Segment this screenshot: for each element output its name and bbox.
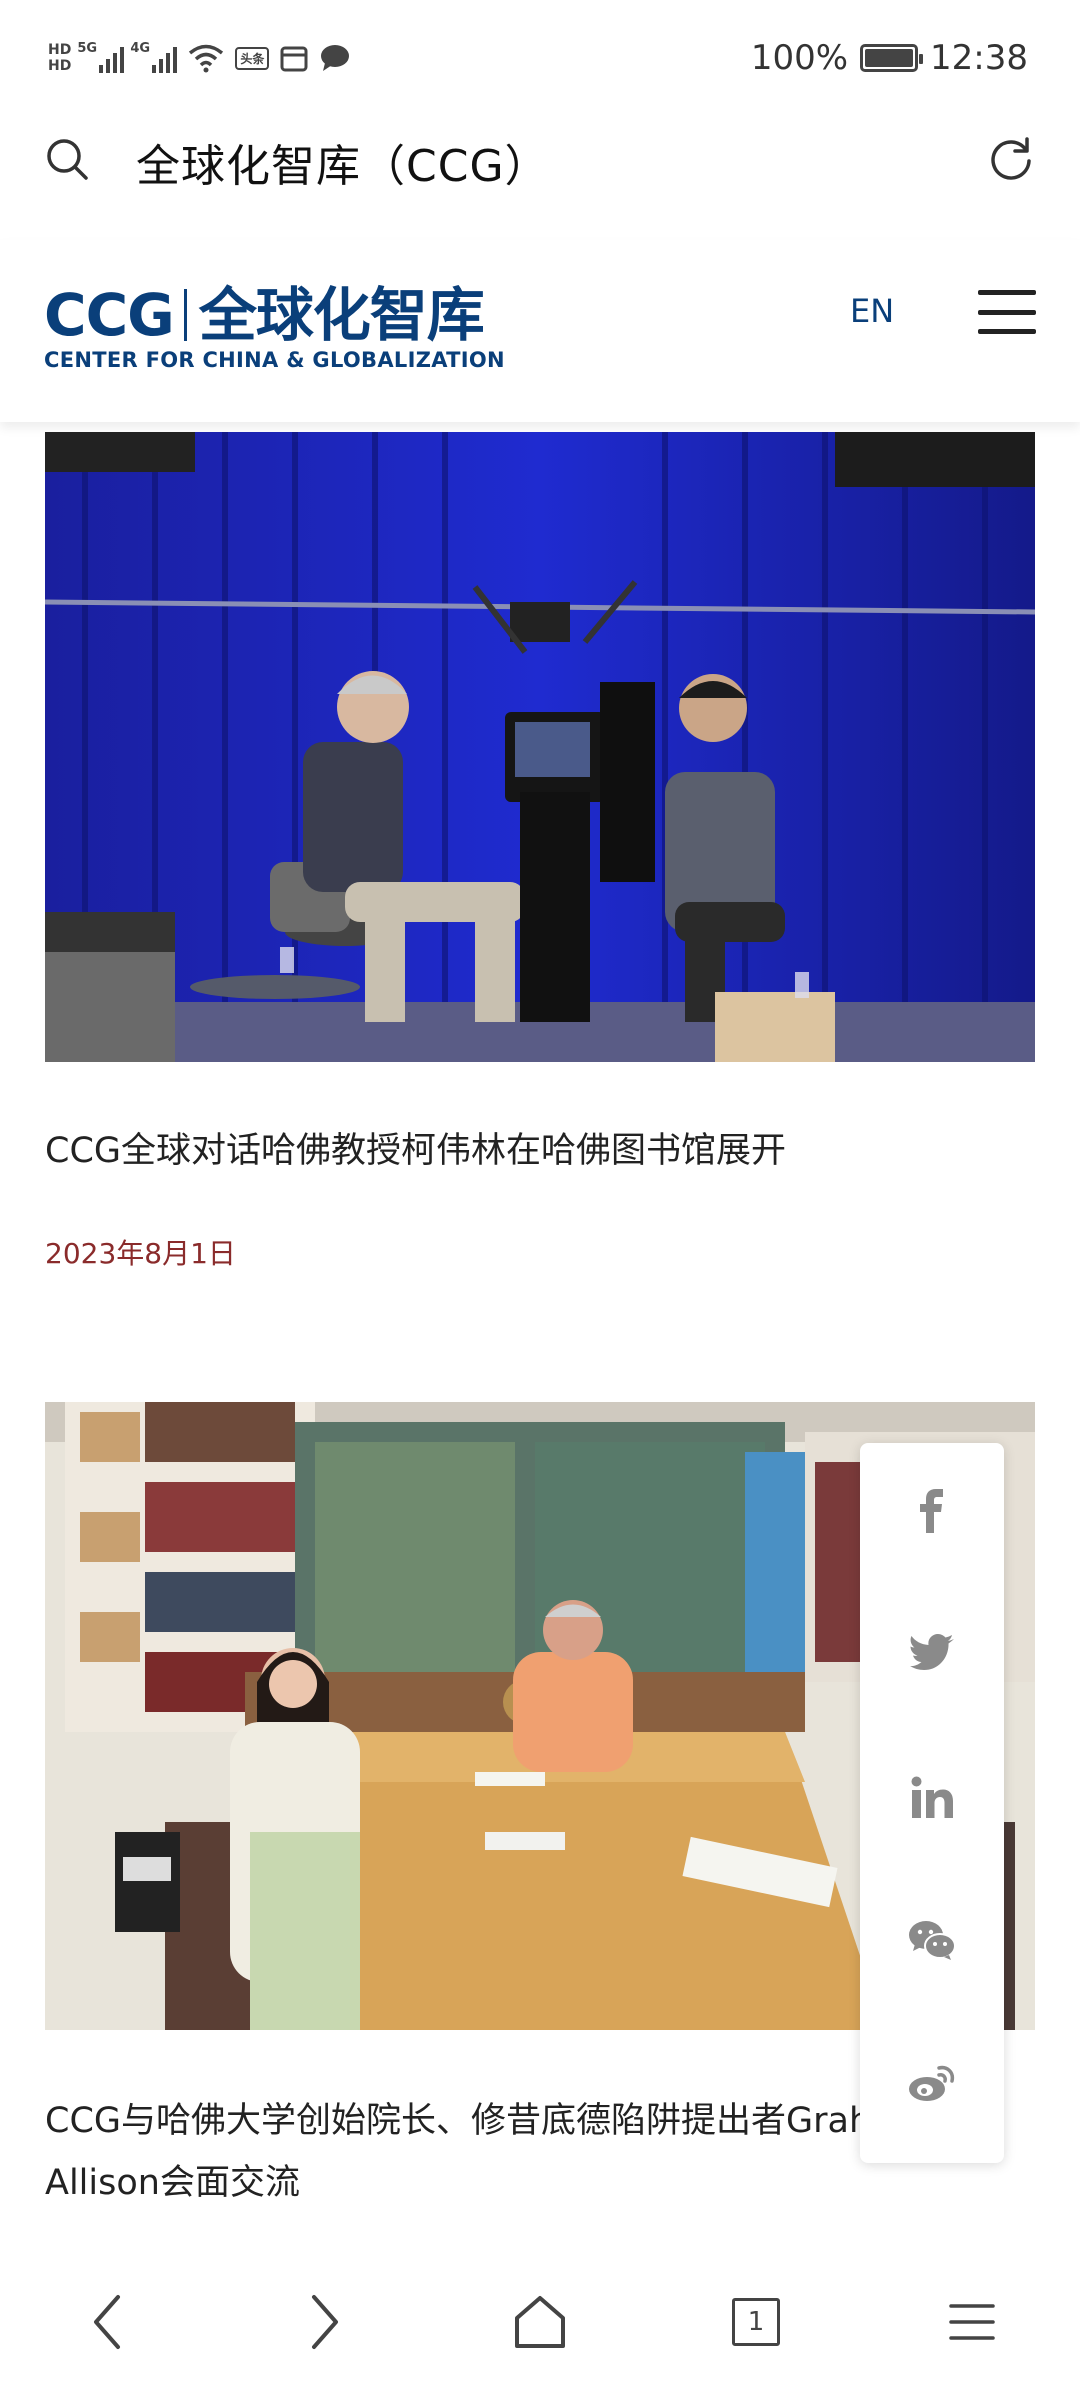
chevron-left-icon <box>94 2295 120 2349</box>
forward-button[interactable] <box>284 2282 364 2362</box>
network-4g-label: 4G <box>130 41 151 56</box>
share-twitter[interactable] <box>860 1613 1004 1693</box>
browser-bottom-nav: 1 <box>0 2260 1080 2388</box>
share-linkedin[interactable] <box>860 1757 1004 1837</box>
tab-count: 1 <box>747 2307 765 2337</box>
hd-label-1: HD <box>48 42 72 58</box>
site-header: CCG 全球化智库 CENTER FOR CHINA & GLOBALIZATI… <box>0 240 1080 422</box>
chevron-right-icon <box>312 2295 338 2349</box>
linkedin-icon <box>911 1776 953 1818</box>
status-right: 100% 12:38 <box>751 34 1028 82</box>
page-title[interactable]: 全球化智库（CCG） <box>136 130 550 194</box>
menu-lines-icon <box>949 2304 995 2340</box>
battery-icon <box>860 44 924 72</box>
tabs-button[interactable]: 1 <box>716 2282 796 2362</box>
signal-4g-icon: 4G <box>130 41 178 73</box>
logo-chinese: 全球化智库 <box>198 281 485 349</box>
status-left: HD HD 5G 4G 头条 <box>48 34 351 82</box>
home-icon <box>515 2296 565 2348</box>
article-1-image[interactable] <box>45 432 1035 1062</box>
search-icon[interactable] <box>44 136 90 182</box>
twitter-icon <box>910 1634 954 1670</box>
signal-5g-icon: 5G <box>77 41 125 73</box>
message-icon <box>321 45 350 71</box>
share-panel <box>860 1443 1004 2163</box>
network-5g-label: 5G <box>77 41 98 56</box>
back-button[interactable] <box>68 2282 148 2362</box>
language-switch[interactable]: EN <box>850 292 894 330</box>
logo-divider <box>183 289 187 341</box>
status-bar: HD HD 5G 4G 头条 100% 12:38 <box>0 0 1080 118</box>
wechat-icon <box>909 1921 955 1960</box>
ccg-logo[interactable]: CCG 全球化智库 CENTER FOR CHINA & GLOBALIZATI… <box>44 281 524 372</box>
hd-label-2: HD <box>48 58 72 74</box>
browser-address-bar: 全球化智库（CCG） <box>0 118 1080 198</box>
toutiao-badge: 头条 <box>235 46 270 70</box>
hd-indicator: HD HD <box>48 42 71 74</box>
tabs-icon: 1 <box>732 2298 780 2346</box>
battery-percent: 100% <box>750 38 849 78</box>
share-facebook[interactable] <box>860 1471 1004 1551</box>
menu-icon[interactable] <box>978 290 1036 334</box>
article-1-title[interactable]: CCG全球对话哈佛教授柯伟林在哈佛图书馆展开 <box>45 1120 1035 1182</box>
article-1-date: 2023年8月1日 <box>45 1237 236 1270</box>
weibo-icon <box>909 2065 955 2101</box>
logo-latin: CCG <box>44 281 175 349</box>
home-button[interactable] <box>500 2282 580 2362</box>
share-wechat[interactable] <box>860 1900 1004 1980</box>
share-weibo[interactable] <box>860 2043 1004 2123</box>
logo-subtitle: CENTER FOR CHINA & GLOBALIZATION <box>44 348 505 372</box>
facebook-icon <box>920 1489 943 1533</box>
clock: 12:38 <box>930 38 1028 78</box>
wifi-icon <box>189 44 224 73</box>
browser-menu-button[interactable] <box>932 2282 1012 2362</box>
calendar-icon <box>280 46 308 72</box>
refresh-icon[interactable] <box>986 134 1036 184</box>
